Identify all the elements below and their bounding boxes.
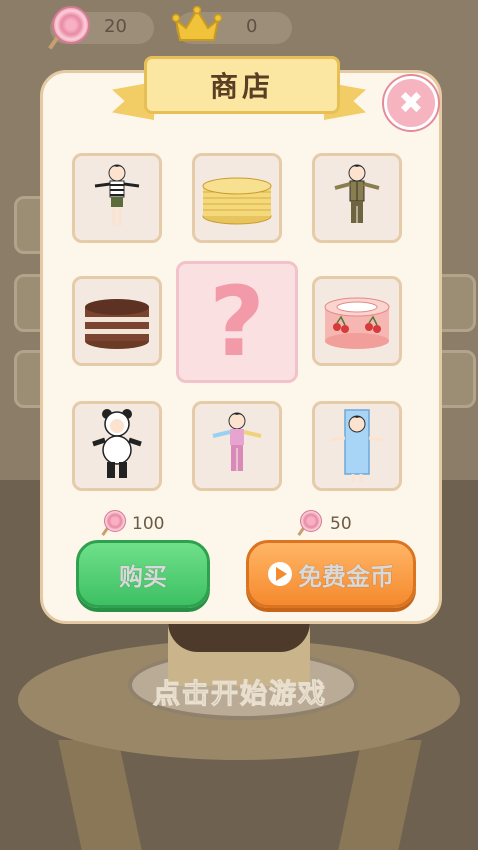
shop-item-milk-carton[interactable] [312,401,402,491]
lollipop-count: 20 [104,16,127,37]
free-coins-label: 免费金币 [298,562,395,591]
play-video-icon [268,562,292,586]
milk-carton-costume-outfit-icon [330,409,384,482]
shop-title: 商店 [209,70,274,103]
shop-item-pancake-stack[interactable] [192,153,282,243]
shop-item-panda-costume[interactable] [72,401,162,491]
rainbow-pajama-outfit-icon [212,412,262,471]
shop-item-striped-shirt[interactable] [72,153,162,243]
panda-costume-outfit-icon [92,409,142,478]
shop-item-mystery[interactable]: ? [176,261,298,383]
close-button[interactable]: ✖ [384,76,438,130]
crown-icon [172,6,222,41]
shop-item-khaki-uniform[interactable] [312,153,402,243]
start-game-text[interactable]: 点击开始游戏 [120,672,360,711]
chocolate-layer-cake-icon [85,299,149,349]
question-mark-icon: ? [209,266,265,378]
shop-item-chocolate-cake[interactable] [72,276,162,366]
cherry-roll-cake-icon [324,297,390,349]
lollipop-icon [300,510,322,532]
shop-item-rainbow-pajama[interactable] [192,401,282,491]
buy-price: 100 [132,514,165,534]
shop-item-cherry-roll-cake[interactable] [312,276,402,366]
free-coins-reward: 50 [330,514,352,534]
pancake-stack-icon [202,177,272,225]
buy-button-label: 购买 [119,562,168,591]
free-coins-button[interactable]: 免费金币 [246,540,416,608]
khaki-uniform-outfit-icon [334,164,380,223]
shop-title-ribbon: 商店 [144,56,340,114]
crown-count: 0 [246,16,258,37]
buy-button[interactable]: 购买 [76,540,210,608]
striped-shirt-outfit-icon [94,164,140,226]
lollipop-icon [104,510,126,532]
lollipop-icon [52,6,90,44]
close-icon: ✖ [398,85,424,121]
